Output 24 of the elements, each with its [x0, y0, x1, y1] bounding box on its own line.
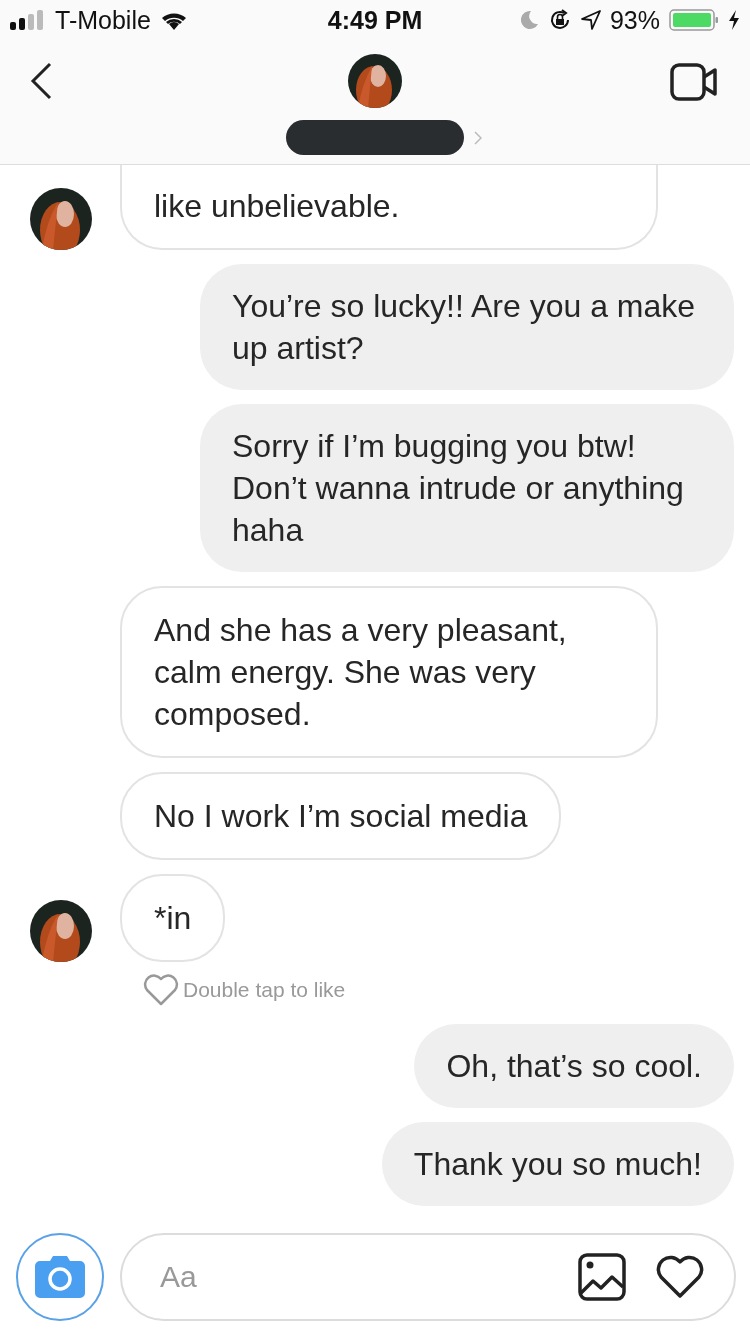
message-bubble: *in — [120, 874, 226, 962]
message-bubble: No I work I’m social media — [120, 772, 562, 860]
moon-icon — [518, 10, 539, 30]
clock-time: 4:49 PM — [327, 5, 423, 35]
message-bubble: like unbelievable. — [120, 165, 658, 250]
camera-icon — [34, 1255, 86, 1299]
message-input[interactable]: Aa — [158, 1259, 548, 1295]
message-bubble: And she has a very pleasant, calm energy. She was very composed. — [120, 586, 658, 758]
heart-icon[interactable] — [656, 1255, 704, 1299]
image-icon[interactable] — [578, 1253, 626, 1301]
battery-percent: 93% — [609, 5, 660, 35]
message-bubble: Oh, that’s so cool. — [414, 1024, 734, 1108]
charging-icon — [728, 10, 740, 30]
video-camera-icon[interactable] — [670, 62, 718, 102]
message-bubble: You’re so lucky!! Are you a make up artist? — [200, 264, 734, 390]
message-field[interactable]: Aa — [120, 1233, 736, 1321]
message-bubble: Thank you so much! — [381, 1122, 734, 1206]
location-icon — [580, 10, 601, 30]
signal-icon — [10, 10, 46, 30]
message-bubble: Sorry if I’m bugging you btw! Don’t wanna intrude or anything haha — [200, 404, 734, 572]
back-icon[interactable] — [30, 62, 52, 100]
like-hint: Double tap to like — [183, 978, 346, 1002]
carrier-name: T-Mobile — [55, 5, 151, 35]
battery-icon — [669, 9, 719, 31]
